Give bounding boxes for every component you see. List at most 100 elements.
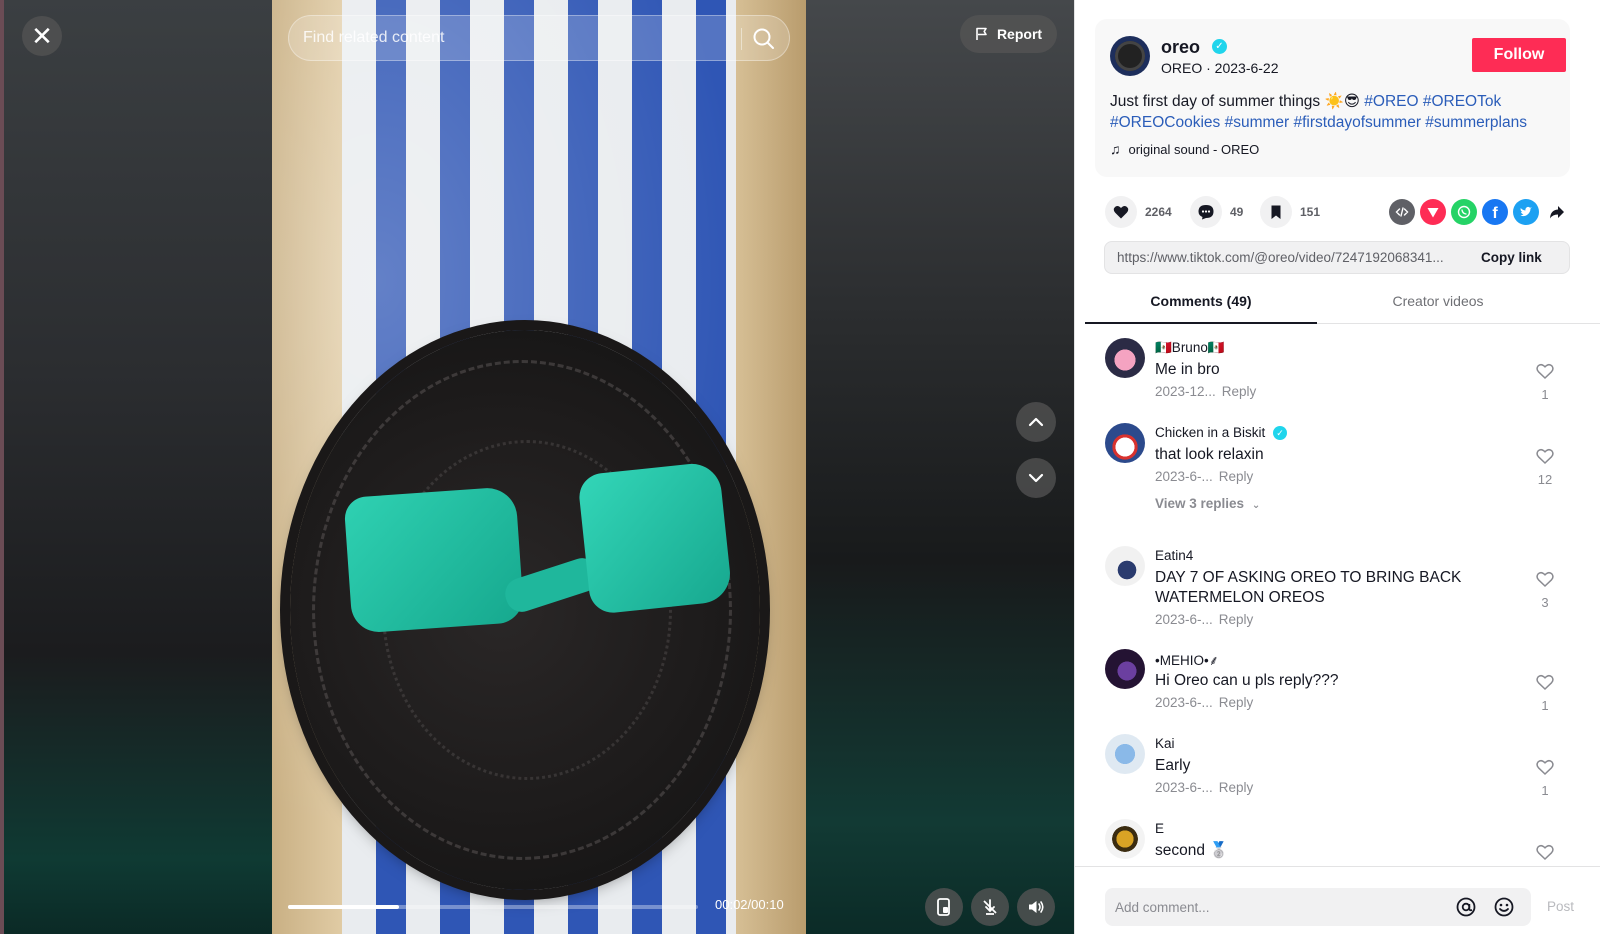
- comment-button[interactable]: 49: [1190, 194, 1243, 230]
- comment-like-button[interactable]: 1: [1533, 362, 1557, 402]
- hashtag-link[interactable]: #OREO: [1364, 93, 1418, 110]
- hashtag-link[interactable]: #summer: [1225, 114, 1290, 131]
- chevron-down-icon: [1028, 473, 1044, 483]
- video-url[interactable]: https://www.tiktok.com/@oreo/video/72471…: [1117, 250, 1472, 265]
- hashtag-link[interactable]: #OREOTok: [1423, 93, 1501, 110]
- comment-item: •MEHIO•⸙ Hi Oreo can u pls reply??? 2023…: [1105, 649, 1575, 719]
- reply-button[interactable]: Reply: [1222, 384, 1257, 399]
- commenter-avatar[interactable]: [1105, 423, 1145, 463]
- comment-item: 🇲🇽Bruno🇲🇽 Me in bro 2023-12... Reply 1: [1105, 338, 1575, 408]
- facebook-icon[interactable]: f: [1482, 199, 1508, 225]
- comment-like-count: 1: [1541, 783, 1549, 798]
- caption-text: Just first day of summer things ☀️😎: [1110, 93, 1365, 110]
- commenter-name[interactable]: Eatin4: [1155, 548, 1193, 563]
- search-icon[interactable]: [751, 26, 777, 52]
- emoji-icon[interactable]: [1493, 896, 1515, 918]
- comment-text: that look relaxin: [1155, 446, 1264, 463]
- reply-button[interactable]: Reply: [1219, 695, 1254, 710]
- report-label: Report: [996, 26, 1043, 42]
- commenter-name[interactable]: Chicken in a Biskit ✓: [1155, 425, 1288, 440]
- favorite-button[interactable]: 151: [1260, 194, 1320, 230]
- whatsapp-icon[interactable]: [1451, 199, 1477, 225]
- sunglasses-lens-right: [577, 460, 733, 616]
- mini-player-icon: [937, 898, 950, 916]
- commenter-name[interactable]: E: [1155, 821, 1164, 836]
- favorite-count: 151: [1300, 205, 1321, 219]
- comment-meta: 2023-6-... Reply: [1155, 695, 1253, 710]
- tab-comments[interactable]: Comments (49): [1085, 284, 1317, 324]
- comment-like-button[interactable]: 12: [1533, 447, 1557, 487]
- floating-player-button[interactable]: [925, 888, 963, 926]
- commenter-name[interactable]: •MEHIO•⸙: [1155, 651, 1219, 669]
- related-search-box: [288, 15, 790, 61]
- tab-creator-videos[interactable]: Creator videos: [1322, 284, 1554, 324]
- video-progress-fill: [288, 905, 399, 909]
- comment-date: 2023-6-...: [1155, 469, 1213, 484]
- comment-like-button[interactable]: [1533, 843, 1557, 866]
- reply-button[interactable]: Reply: [1219, 780, 1254, 795]
- comment-like-button[interactable]: 1: [1533, 673, 1557, 713]
- reply-button[interactable]: Reply: [1219, 612, 1254, 627]
- commenter-name[interactable]: 🇲🇽Bruno🇲🇽: [1155, 340, 1225, 356]
- comment-list: 🇲🇽Bruno🇲🇽 Me in bro 2023-12... Reply 1 Ch…: [1075, 326, 1600, 866]
- author-name[interactable]: oreo: [1161, 37, 1200, 58]
- view-replies-button[interactable]: View 3 replies ⌄: [1155, 496, 1260, 511]
- sunglasses-lens-left: [343, 486, 525, 634]
- comment-like-button[interactable]: 3: [1533, 570, 1557, 610]
- hashtag-link[interactable]: #summerplans: [1425, 114, 1527, 131]
- author-avatar[interactable]: [1110, 36, 1150, 76]
- like-count: 2264: [1145, 205, 1172, 219]
- send-to-friends-icon[interactable]: [1420, 199, 1446, 225]
- video-frame[interactable]: [272, 0, 806, 934]
- heart-outline-icon: [1536, 674, 1554, 691]
- comment-like-count: 1: [1541, 387, 1549, 402]
- comment-meta: 2023-6-... Reply: [1155, 780, 1253, 795]
- detail-panel: oreo ✓ OREO · 2023-6-22 Follow Just firs…: [1074, 0, 1600, 934]
- video-progress-bar[interactable]: [288, 905, 698, 909]
- commenter-name[interactable]: Kai: [1155, 736, 1175, 751]
- video-link-box: https://www.tiktok.com/@oreo/video/72471…: [1104, 241, 1570, 274]
- hashtag-link[interactable]: #firstdayofsummer: [1294, 114, 1421, 131]
- commenter-avatar[interactable]: [1105, 546, 1145, 586]
- chevron-down-icon: ⌄: [1251, 500, 1261, 511]
- action-bar: 2264 49 151 f: [1105, 194, 1565, 230]
- video-player-area: ✕ Report: [0, 0, 1074, 934]
- music-note-icon: ♫: [1110, 141, 1121, 157]
- comment-meta: 2023-6-... Reply: [1155, 469, 1253, 484]
- commenter-avatar[interactable]: [1105, 819, 1145, 859]
- share-arrow-icon[interactable]: [1544, 199, 1570, 225]
- comment-date: 2023-6-...: [1155, 612, 1213, 627]
- report-button[interactable]: Report: [960, 15, 1057, 53]
- post-comment-button[interactable]: Post: [1547, 899, 1574, 914]
- comment-input[interactable]: [1115, 888, 1445, 926]
- twitter-icon[interactable]: [1513, 199, 1539, 225]
- hashtag-link[interactable]: #OREOCookies: [1110, 114, 1220, 131]
- verified-badge-icon: ✓: [1212, 39, 1227, 54]
- heart-outline-icon: [1536, 759, 1554, 776]
- comment-like-count: 3: [1541, 595, 1549, 610]
- autoscroll-button[interactable]: [971, 888, 1009, 926]
- like-button[interactable]: 2264: [1105, 194, 1172, 230]
- copy-link-button[interactable]: Copy link: [1481, 250, 1542, 265]
- search-divider: [741, 28, 742, 50]
- commenter-avatar[interactable]: [1105, 338, 1145, 378]
- related-search-input[interactable]: [303, 16, 723, 60]
- flag-icon: [976, 27, 987, 40]
- reply-button[interactable]: Reply: [1219, 469, 1254, 484]
- speaker-icon: [1029, 901, 1044, 913]
- commenter-name-text: Chicken in a Biskit: [1155, 425, 1266, 440]
- comment-like-button[interactable]: 1: [1533, 758, 1557, 798]
- previous-video-button[interactable]: [1016, 402, 1056, 442]
- commenter-avatar[interactable]: [1105, 649, 1145, 689]
- music-link[interactable]: ♫ original sound - OREO: [1110, 141, 1259, 157]
- follow-button[interactable]: Follow: [1472, 38, 1566, 72]
- volume-button[interactable]: [1017, 888, 1055, 926]
- comment-input-wrapper: [1105, 888, 1531, 926]
- next-video-button[interactable]: [1016, 458, 1056, 498]
- commenter-avatar[interactable]: [1105, 734, 1145, 774]
- blurred-backdrop-left: [4, 0, 272, 934]
- embed-icon[interactable]: [1389, 199, 1415, 225]
- mention-icon[interactable]: [1455, 896, 1477, 918]
- comment-bubble-icon: [1198, 205, 1214, 220]
- close-button[interactable]: ✕: [22, 16, 62, 56]
